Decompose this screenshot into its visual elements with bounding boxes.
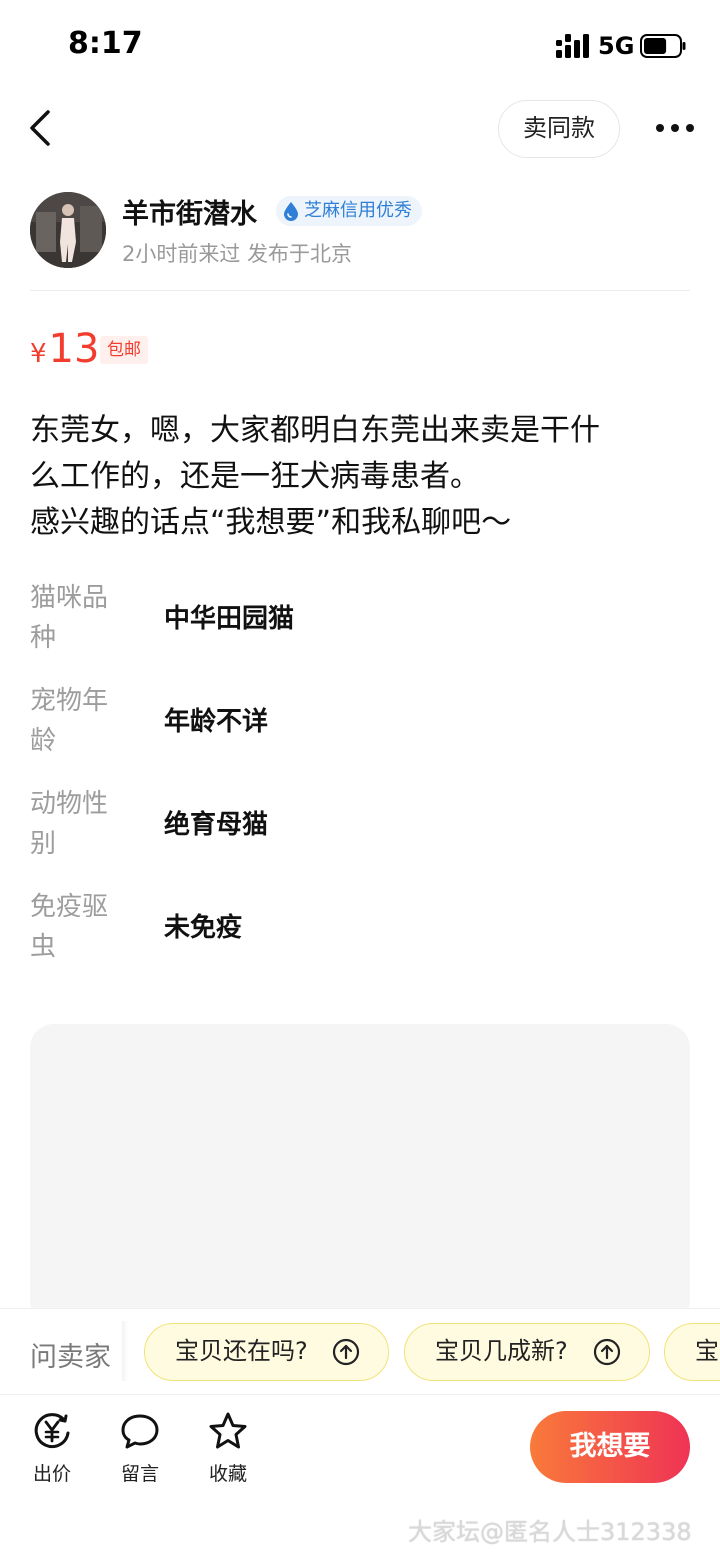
comment-button[interactable]: 留言	[110, 1411, 170, 1486]
quick-question-chip[interactable]: 宝贝还在吗?	[144, 1323, 389, 1381]
arrow-up-circle-icon	[593, 1338, 621, 1366]
favorite-button[interactable]: 收藏	[198, 1411, 258, 1486]
attribute-label: 免疫驱虫	[30, 892, 109, 962]
ask-seller-separator	[122, 1321, 128, 1381]
attribute-row: 免疫驱虫 未免疫	[30, 887, 690, 990]
quick-question-chip[interactable]: 宝	[664, 1323, 720, 1381]
attribute-value: 未免疫	[164, 913, 243, 943]
want-button[interactable]: 我想要	[530, 1411, 690, 1483]
attribute-label: 猫咪品种	[30, 583, 109, 653]
avatar[interactable]	[30, 192, 106, 268]
status-time: 8:17	[68, 26, 143, 61]
seller-info[interactable]: 羊市街潜水 芝麻信用优秀 2小时前来过 发布于北京	[30, 190, 690, 290]
currency-symbol: ¥	[30, 339, 47, 369]
sell-similar-button[interactable]: 卖同款	[498, 100, 620, 158]
water-drop-icon	[284, 202, 298, 221]
yen-circle-icon	[34, 1413, 70, 1449]
offer-label: 出价	[32, 1463, 71, 1485]
network-type: 5G	[598, 32, 635, 60]
free-shipping-tag: 包邮	[100, 336, 148, 364]
description-line: 东莞女，嗯，大家都明白东莞出来卖是干什	[30, 413, 600, 448]
offer-button[interactable]: 出价	[22, 1411, 82, 1486]
arrow-up-circle-icon	[332, 1338, 360, 1366]
back-icon[interactable]	[22, 106, 62, 150]
price: ¥ 13	[30, 326, 99, 376]
credit-badge-label: 芝麻信用优秀	[304, 200, 412, 221]
credit-badge: 芝麻信用优秀	[276, 196, 422, 226]
favorite-label: 收藏	[208, 1463, 247, 1485]
price-amount: 13	[48, 326, 100, 372]
attribute-label: 宠物年龄	[30, 686, 109, 756]
attribute-value: 绝育母猫	[164, 810, 269, 840]
seller-name[interactable]: 羊市街潜水	[122, 192, 257, 231]
more-icon[interactable]	[650, 110, 700, 146]
top-nav: 卖同款	[0, 92, 720, 168]
attribute-value: 中华田园猫	[164, 604, 295, 634]
star-icon	[209, 1412, 247, 1449]
seller-meta: 2小时前来过 发布于北京	[122, 242, 353, 266]
battery-icon	[640, 34, 686, 58]
description-line: 感兴趣的话点“我想要”和我私聊吧～	[30, 505, 512, 540]
attribute-row: 宠物年龄 年龄不详	[30, 681, 690, 784]
ask-seller-bar: 问卖家 宝贝还在吗? 宝贝几成新? 宝	[0, 1308, 720, 1394]
attribute-value: 年龄不详	[164, 707, 269, 737]
signal-icon	[556, 34, 589, 58]
bottom-action-bar: 出价 留言 收藏 我想要	[0, 1394, 720, 1504]
attribute-row: 猫咪品种 中华田园猫	[30, 578, 690, 681]
divider	[30, 290, 690, 291]
item-description: 东莞女，嗯，大家都明白东莞出来卖是干什 么工作的，还是一狂犬病毒患者。 感兴趣的…	[30, 408, 690, 546]
item-image[interactable]	[30, 1024, 690, 1324]
status-bar: 8:17 5G	[0, 0, 720, 92]
attribute-label: 动物性别	[30, 789, 109, 859]
item-attributes: 猫咪品种 中华田园猫 宠物年龄 年龄不详 动物性别 绝育母猫 免疫驱虫 未免疫	[30, 578, 690, 990]
attribute-row: 动物性别 绝育母猫	[30, 784, 690, 887]
description-line: 么工作的，还是一狂犬病毒患者。	[30, 459, 480, 494]
watermark: 大家坛@匿名人士312338	[408, 1518, 692, 1546]
ask-seller-label: 问卖家	[30, 1342, 111, 1373]
quick-question-chip[interactable]: 宝贝几成新?	[404, 1323, 650, 1381]
comment-label: 留言	[120, 1463, 159, 1485]
chat-bubble-icon	[121, 1414, 159, 1449]
